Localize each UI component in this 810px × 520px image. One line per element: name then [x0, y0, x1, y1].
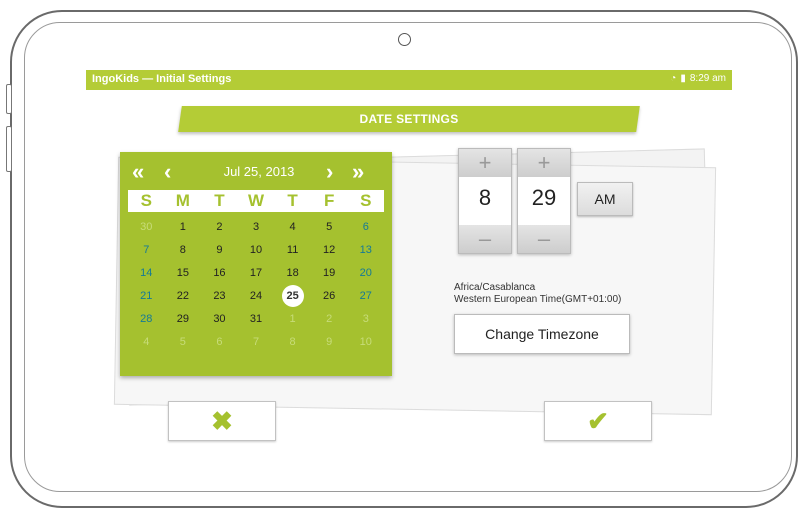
checkmark-icon: ✔ [587, 406, 609, 436]
calendar-day[interactable]: 22 [165, 285, 202, 308]
calendar-day[interactable]: 8 [165, 239, 202, 262]
calendar-day[interactable]: 4 [128, 331, 165, 354]
weekday-label: S [360, 191, 372, 210]
calendar-day[interactable]: 15 [165, 262, 202, 285]
minute-decrement-button[interactable]: – [518, 225, 570, 253]
calendar-day[interactable]: 30 [128, 216, 165, 239]
clock-time: 8:29 am [689, 73, 726, 84]
volume-button [6, 84, 12, 114]
device-screen: IngoKids — Initial Settings ◔ ▮ 8:29 am … [86, 70, 732, 458]
next-year-button[interactable]: » [352, 160, 364, 184]
calendar-day[interactable]: 16 [201, 262, 238, 285]
selected-day-label: 25 [281, 285, 304, 307]
calendar-day[interactable]: 2 [311, 308, 348, 331]
calendar-week: 14 15 16 17 18 19 20 [128, 262, 384, 285]
calendar-day[interactable]: 29 [165, 308, 202, 331]
calendar-day[interactable]: 9 [201, 239, 238, 262]
calendar-week: 30 1 2 3 4 5 6 [128, 216, 384, 239]
calendar-day[interactable]: 6 [347, 216, 384, 239]
timezone-description: Western European Time(GMT+01:00) [454, 294, 622, 305]
calendar-day[interactable]: 12 [311, 239, 348, 262]
calendar-day[interactable]: 5 [165, 331, 202, 354]
camera-icon [398, 33, 411, 46]
minute-spinner: + 29 – [517, 148, 571, 254]
calendar-day[interactable]: 1 [274, 308, 311, 331]
calendar-week: 28 29 30 31 1 2 3 [128, 308, 384, 331]
weekday-label: M [175, 191, 190, 210]
change-timezone-button[interactable]: Change Timezone [454, 314, 630, 354]
wifi-icon: ◔ [670, 73, 677, 84]
calendar-day[interactable]: 21 [128, 285, 165, 308]
calendar-day[interactable]: 24 [238, 285, 275, 308]
calendar-day[interactable]: 14 [128, 262, 165, 285]
calendar-day[interactable]: 28 [128, 308, 165, 331]
calendar-day[interactable]: 7 [238, 331, 275, 354]
calendar-day[interactable]: 13 [347, 239, 384, 262]
status-bar: IngoKids — Initial Settings ◔ ▮ 8:29 am [86, 70, 732, 90]
weekday-label: W [248, 191, 265, 210]
calendar-day[interactable]: 3 [238, 216, 275, 239]
timezone-info: Africa/Casablanca Western European Time(… [454, 282, 621, 306]
calendar-week: 7 8 9 10 11 12 13 [128, 239, 384, 262]
calendar-day[interactable]: 18 [274, 262, 311, 285]
cancel-button[interactable]: ✖ [168, 401, 276, 441]
calendar-day[interactable]: 3 [347, 308, 384, 331]
minute-increment-button[interactable]: + [518, 149, 570, 177]
calendar-day[interactable]: 17 [238, 262, 275, 285]
calendar-month-label: Jul 25, 2013 [223, 164, 295, 179]
weekday-label: S [140, 191, 152, 210]
app-title: IngoKids — Initial Settings [92, 73, 232, 85]
calendar-day[interactable]: 30 [201, 308, 238, 331]
weekday-label: T [287, 191, 298, 210]
prev-month-button[interactable]: ‹ [164, 160, 171, 184]
page-title: DATE SETTINGS [359, 112, 459, 126]
calendar-day[interactable]: 20 [347, 262, 384, 285]
status-icons: ◔ ▮ 8:29 am [670, 73, 726, 84]
next-month-button[interactable]: › [326, 160, 333, 184]
calendar-grid: 30 1 2 3 4 5 6 7 8 9 10 11 12 13 14 15 1… [128, 216, 384, 354]
calendar-week: 4 5 6 7 8 9 10 [128, 331, 384, 354]
hour-value[interactable]: 8 [459, 185, 511, 211]
minute-value[interactable]: 29 [518, 185, 570, 211]
calendar-day[interactable]: 2 [201, 216, 238, 239]
hour-spinner: + 8 – [458, 148, 512, 254]
calendar-day[interactable]: 5 [311, 216, 348, 239]
calendar-day[interactable]: 26 [311, 285, 348, 308]
close-icon: ✖ [211, 406, 233, 436]
calendar-day[interactable]: 6 [201, 331, 238, 354]
calendar-day[interactable]: 10 [238, 239, 275, 262]
hour-increment-button[interactable]: + [459, 149, 511, 177]
calendar-day[interactable]: 19 [311, 262, 348, 285]
hour-decrement-button[interactable]: – [459, 225, 511, 253]
calendar-day[interactable]: 1 [165, 216, 202, 239]
calendar-day[interactable]: 8 [274, 331, 311, 354]
calendar-day[interactable]: 11 [274, 239, 311, 262]
calendar-week: 21 22 23 24 25 26 27 [128, 285, 384, 308]
calendar-day[interactable]: 23 [201, 285, 238, 308]
prev-year-button[interactable]: « [132, 160, 144, 184]
calendar: « ‹ Jul 25, 2013 › » S M T W T F S 30 1 … [120, 152, 392, 376]
calendar-day[interactable]: 9 [311, 331, 348, 354]
calendar-day-selected[interactable]: 25 [274, 285, 311, 308]
ampm-toggle-button[interactable]: AM [577, 182, 633, 216]
calendar-day[interactable]: 4 [274, 216, 311, 239]
weekday-label: F [323, 191, 335, 210]
weekday-header: S M T W T F S [128, 190, 384, 212]
battery-icon: ▮ [680, 73, 686, 84]
calendar-nav: « ‹ Jul 25, 2013 › » [120, 160, 392, 186]
calendar-day[interactable]: 27 [347, 285, 384, 308]
calendar-day[interactable]: 10 [347, 331, 384, 354]
timezone-region: Africa/Casablanca [454, 282, 536, 293]
weekday-label: T [214, 191, 225, 210]
confirm-button[interactable]: ✔ [544, 401, 652, 441]
power-button [6, 126, 12, 172]
calendar-day[interactable]: 31 [238, 308, 275, 331]
calendar-day[interactable]: 7 [128, 239, 165, 262]
